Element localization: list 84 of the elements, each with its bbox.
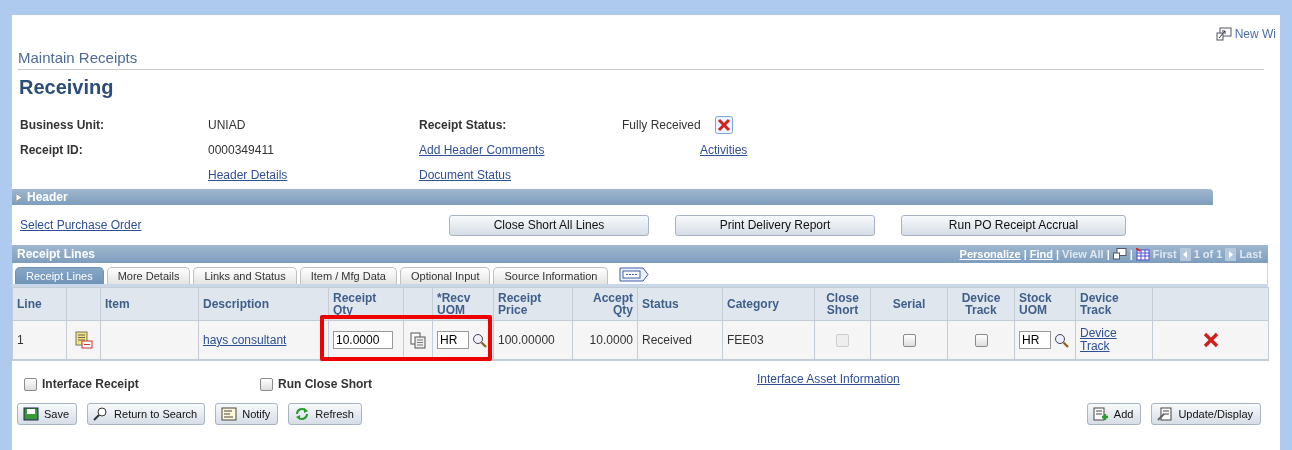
- checkbox-label: Interface Receipt: [42, 377, 139, 391]
- nav-separator: |: [1023, 248, 1027, 260]
- column-header: *Recv UOM: [437, 291, 471, 317]
- grid-nav-text: 1 of 1: [1193, 248, 1223, 260]
- note-icon: [221, 407, 238, 421]
- field-label: Business Unit:: [20, 117, 105, 132]
- activities-link[interactable]: Activities: [700, 142, 748, 157]
- grid-tab[interactable]: Optional Input: [399, 267, 491, 284]
- column-header: Close Short: [826, 291, 859, 317]
- field-value: Fully Received: [622, 117, 701, 132]
- page-title: Receiving: [19, 76, 115, 100]
- checkbox[interactable]: [260, 377, 273, 391]
- toolbar-button[interactable]: Add: [1086, 403, 1142, 425]
- grid-nav-text: Last: [1239, 248, 1262, 260]
- nav-separator: |: [1129, 248, 1133, 260]
- expand-icon: [15, 192, 23, 202]
- column-header: Description: [203, 297, 269, 311]
- toolbar-button[interactable]: Return to Search: [87, 403, 206, 425]
- field-value: UNIAD: [208, 117, 247, 132]
- column-header: Device Track: [961, 291, 1001, 317]
- grid-tab[interactable]: Links and Status: [193, 267, 297, 284]
- column-header: Device Track: [1080, 291, 1119, 317]
- table-cell: 10.0000: [589, 333, 633, 347]
- table-cell: 100.00000: [498, 333, 555, 347]
- new-window-icon: [1215, 27, 1232, 41]
- uom-field[interactable]: HR: [437, 331, 469, 349]
- field-label: Receipt ID:: [20, 142, 84, 157]
- search-icon[interactable]: [1054, 332, 1069, 348]
- grid-nav-text: First: [1152, 248, 1177, 260]
- add-comments-link[interactable]: Add Header Comments: [419, 142, 622, 157]
- previous-icon[interactable]: [1179, 247, 1191, 261]
- toolbar-button[interactable]: Notify: [215, 403, 279, 425]
- action-button[interactable]: Close Short All Lines: [449, 214, 649, 236]
- action-button[interactable]: Run PO Receipt Accrual: [901, 214, 1126, 236]
- zoom-grid-icon[interactable]: [1112, 248, 1127, 260]
- grid-title: Receipt Lines: [17, 247, 96, 261]
- header-details-link[interactable]: Header Details: [208, 167, 288, 182]
- checkbox[interactable]: [24, 377, 37, 391]
- column-header: Status: [642, 297, 679, 311]
- search-icon: [93, 407, 110, 421]
- cancel-icon[interactable]: [714, 115, 733, 134]
- column-header: Receipt Price: [498, 291, 542, 317]
- select-po-link[interactable]: Select Purchase Order: [20, 218, 449, 232]
- table-cell: FEE03: [727, 333, 764, 347]
- uom-field[interactable]: HR: [1019, 331, 1051, 349]
- edit-icon: [1157, 407, 1174, 421]
- page-breadcrumb: Maintain Receipts: [18, 49, 1264, 70]
- new-window-link[interactable]: New Wi: [1215, 27, 1276, 41]
- column-header: Line: [17, 297, 42, 311]
- interface-asset-link[interactable]: Interface Asset Information: [757, 372, 900, 386]
- table-cell: 1: [17, 333, 24, 347]
- add-icon: [1092, 407, 1109, 421]
- download-grid-icon[interactable]: [1135, 247, 1150, 261]
- grid-tab[interactable]: Item / Mfg Data: [299, 267, 397, 284]
- search-icon[interactable]: [472, 332, 487, 348]
- checkbox-label: Run Close Short: [278, 377, 372, 391]
- delete-icon[interactable]: [1202, 332, 1219, 348]
- quantity-field[interactable]: 10.0000: [333, 331, 393, 349]
- field-value: 0000349411: [208, 142, 275, 157]
- nav-separator: |: [1056, 248, 1060, 260]
- table-cell: Received: [642, 333, 693, 347]
- column-header: Category: [727, 297, 779, 311]
- nav-separator: |: [1106, 248, 1110, 260]
- refresh-icon: [294, 407, 311, 421]
- column-header: Stock UOM: [1019, 291, 1052, 317]
- field-label: Receipt Status:: [419, 117, 508, 132]
- checkbox[interactable]: [974, 334, 988, 348]
- toolbar-button[interactable]: Save: [17, 403, 78, 425]
- next-icon[interactable]: [1225, 247, 1237, 261]
- action-button[interactable]: Print Delivery Report: [675, 214, 875, 236]
- copy-icon[interactable]: [410, 331, 426, 349]
- show-all-columns-icon[interactable]: [619, 267, 650, 282]
- document-icon[interactable]: [74, 331, 93, 349]
- save-icon: [23, 407, 39, 421]
- grid-nav-text: View All: [1062, 248, 1104, 260]
- checkbox[interactable]: [902, 334, 916, 348]
- document-status-link[interactable]: Document Status: [419, 167, 622, 182]
- toolbar-button[interactable]: Refresh: [288, 403, 362, 425]
- column-header: Accept Qty: [593, 291, 633, 317]
- column-header: Item: [105, 297, 130, 311]
- column-header: Serial: [892, 297, 926, 311]
- toolbar-button[interactable]: Update/Display: [1151, 403, 1261, 425]
- grid-tab[interactable]: More Details: [106, 267, 191, 284]
- grid-tab[interactable]: Source Information: [493, 267, 609, 284]
